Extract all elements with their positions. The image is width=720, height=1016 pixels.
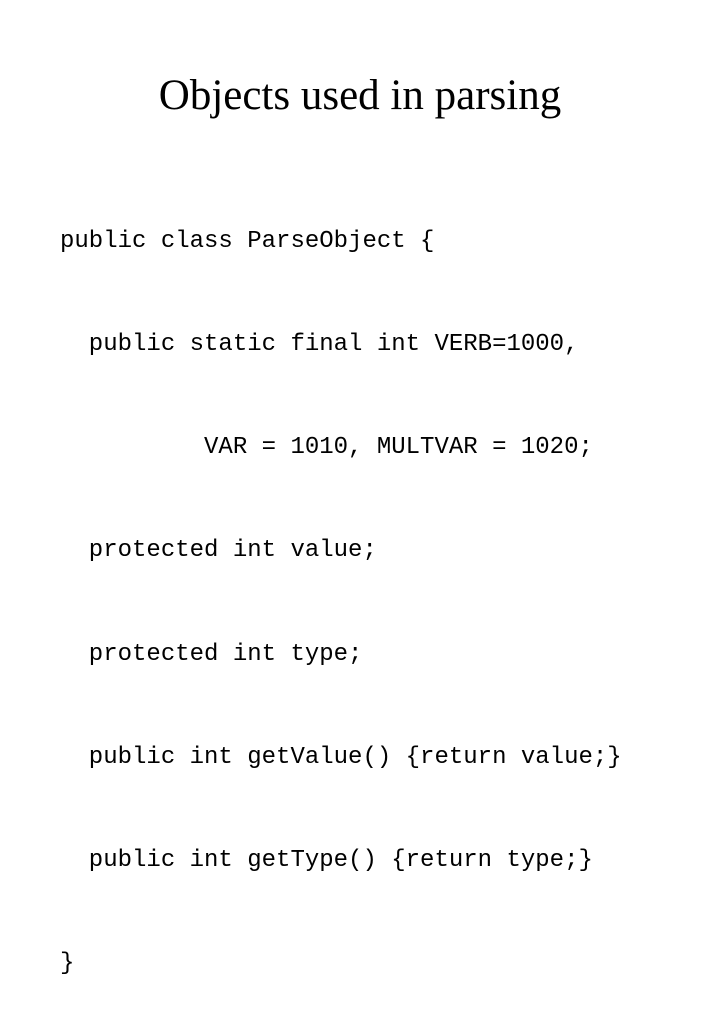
- code-line-get-type-method: public int getType() {return type;}: [60, 847, 593, 875]
- code-block: public class ParseObject { public static…: [60, 156, 622, 1016]
- code-line-constants-1: public static final int VERB=1000,: [60, 331, 579, 359]
- code-line-closing-brace: }: [60, 950, 75, 978]
- slide-title: Objects used in parsing: [158, 72, 562, 119]
- code-line-constants-2: VAR = 1010, MULTVAR = 1020;: [60, 434, 593, 462]
- code-line-class-declaration: public class ParseObject {: [60, 227, 435, 255]
- code-line-type-field: protected int type;: [60, 640, 363, 668]
- code-line-get-value-method: public int getValue() {return value;}: [60, 743, 622, 771]
